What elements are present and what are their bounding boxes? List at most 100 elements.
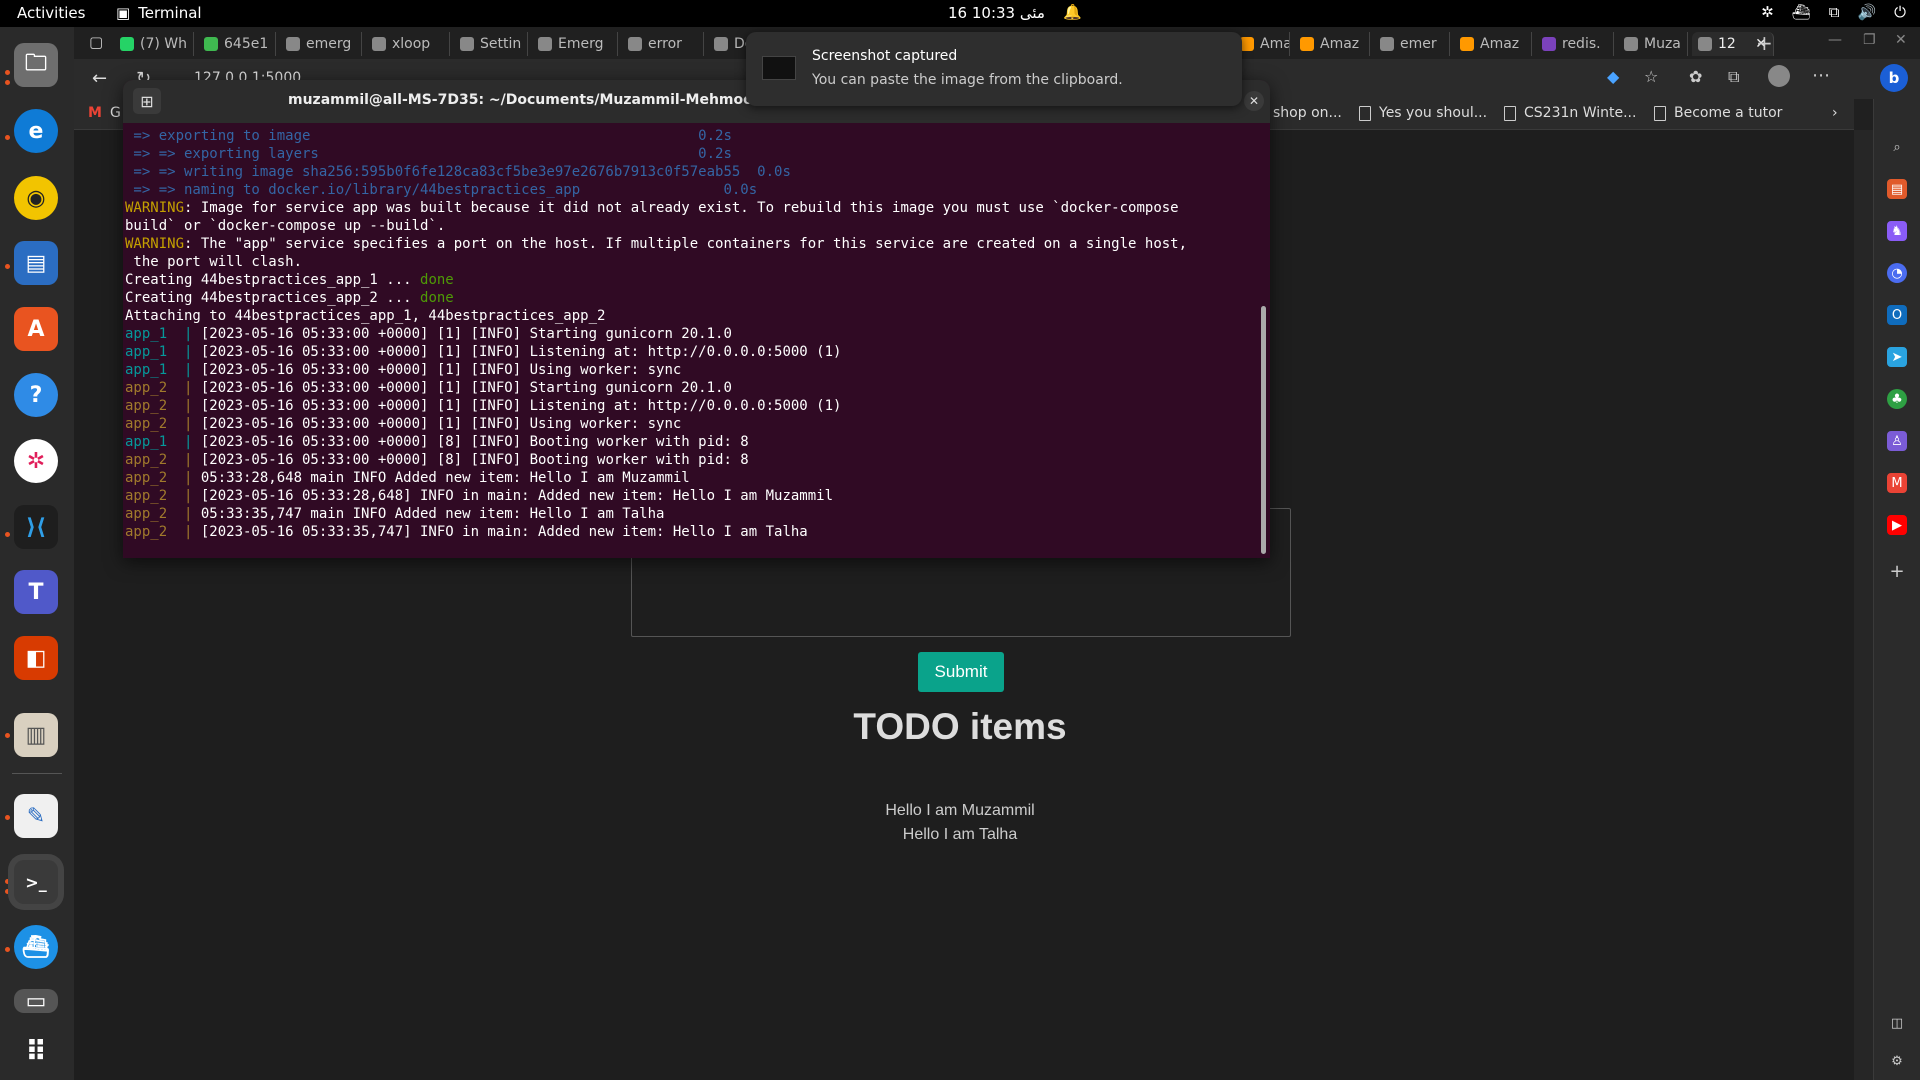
browser-tab[interactable]: Emerg xyxy=(532,32,618,56)
vscode-icon[interactable]: ⟩⟨ xyxy=(14,505,58,549)
tab-favicon-icon xyxy=(1300,37,1314,51)
running-indicator xyxy=(5,532,10,537)
tab-favicon-icon xyxy=(372,37,386,51)
tab-actions-icon[interactable]: ▢ xyxy=(89,33,103,51)
shopping-icon[interactable]: ▤ xyxy=(1887,179,1907,199)
office-icon[interactable]: ◧ xyxy=(14,636,58,680)
extensions-icon[interactable]: ✿ xyxy=(1689,67,1702,86)
tree-icon[interactable]: ♣ xyxy=(1887,389,1907,409)
clock[interactable]: 16 مئی 10:33 xyxy=(948,4,1045,22)
games-icon[interactable]: ♞ xyxy=(1887,221,1907,241)
docker-tray-icon[interactable]: ⛴ xyxy=(1792,3,1811,21)
settings-gear-icon[interactable]: ⚙ xyxy=(1887,1051,1907,1071)
drive-icon[interactable]: ▭ xyxy=(14,989,58,1014)
bookmark-item[interactable]: Yes you shoul... xyxy=(1359,105,1487,121)
bookmark-item[interactable]: Become a tutor xyxy=(1654,105,1782,121)
terminal-line: app_2 | 05:33:28,648 main INFO Added new… xyxy=(125,469,1257,487)
browser-tab[interactable]: error xyxy=(622,32,704,56)
browser-tab[interactable]: Amaz xyxy=(1294,32,1370,56)
browser-tab[interactable]: xloop xyxy=(366,32,450,56)
tab-label: Amaz xyxy=(1480,36,1520,52)
copilot-icon[interactable]: ◔ xyxy=(1887,263,1907,283)
terminal-line: app_1 | [2023-05-16 05:33:00 +0000] [1] … xyxy=(125,325,1257,343)
running-indicator xyxy=(5,889,10,894)
text-editor-icon[interactable]: ✎ xyxy=(14,794,58,838)
terminal-line: app_2 | [2023-05-16 05:33:00 +0000] [1] … xyxy=(125,415,1257,433)
new-tab-button[interactable]: + xyxy=(1756,31,1773,55)
gmail-icon: M xyxy=(88,105,102,121)
bing-copilot-icon[interactable]: b xyxy=(1880,64,1908,92)
new-terminal-tab-button[interactable]: ⊞ xyxy=(133,88,161,114)
page-scrollbar[interactable] xyxy=(1854,130,1874,1080)
browser-tab[interactable]: emerg xyxy=(280,32,362,56)
todo-heading: TODO items xyxy=(853,706,1067,747)
slack-tray-icon[interactable]: ✲ xyxy=(1761,3,1774,21)
network-icon[interactable]: ⧉ xyxy=(1829,3,1840,21)
power-icon[interactable]: ⏻ xyxy=(1894,3,1906,21)
submit-button[interactable]: Submit xyxy=(918,652,1004,692)
tab-favicon-icon xyxy=(538,37,552,51)
bookmark-item[interactable]: shop on... xyxy=(1273,105,1342,121)
tab-favicon-icon xyxy=(120,37,134,51)
terminal-text: app_1 | xyxy=(125,362,201,378)
terminal-output[interactable]: => exporting to image 0.2s => => exporti… xyxy=(125,127,1257,555)
bookmarks-overflow-chevron-icon[interactable]: › xyxy=(1832,105,1838,121)
add-sidebar-app-icon[interactable]: + xyxy=(1887,561,1907,582)
slack-icon[interactable]: ✲ xyxy=(14,439,58,483)
profile-avatar[interactable] xyxy=(1768,65,1790,87)
restore-button[interactable]: ❐ xyxy=(1863,32,1876,48)
terminal-text: [2023-05-16 05:33:00 +0000] [1] [INFO] S… xyxy=(200,380,732,396)
terminal-window[interactable]: ⊞ muzammil@all-MS-7D35: ~/Documents/Muza… xyxy=(123,80,1270,558)
meditation-icon[interactable]: ♙ xyxy=(1887,431,1907,451)
more-menu-icon[interactable]: ⋯ xyxy=(1812,65,1830,86)
browser-tab[interactable]: Amaz xyxy=(1454,32,1532,56)
browser-tab[interactable]: emer xyxy=(1374,32,1450,56)
back-button[interactable]: ← xyxy=(92,68,107,89)
help-icon[interactable]: ? xyxy=(14,373,58,417)
screenshot-notification[interactable]: Screenshot captured You can paste the im… xyxy=(746,32,1242,106)
bookmark-gmail[interactable]: MG xyxy=(88,105,121,121)
youtube-icon[interactable]: ▶ xyxy=(1887,515,1907,535)
volume-icon[interactable]: 🔊 xyxy=(1857,3,1876,21)
gmail-sidebar-icon[interactable]: M xyxy=(1887,473,1907,493)
browser-tab[interactable]: 645e1 xyxy=(198,32,276,56)
active-app-menu[interactable]: ▣ Terminal xyxy=(116,4,202,22)
terminal-text: app_2 | xyxy=(125,488,201,504)
search-icon[interactable]: ⌕ xyxy=(1887,137,1907,157)
terminal-text: app_2 | xyxy=(125,416,201,432)
outlook-icon[interactable]: O xyxy=(1887,305,1907,325)
browser-tab[interactable]: (7) Wh xyxy=(114,32,194,56)
teams-icon[interactable]: T xyxy=(14,570,58,614)
archive-manager-icon[interactable]: ▥ xyxy=(14,713,58,757)
rhythmbox-icon[interactable]: ◉ xyxy=(14,176,58,220)
collections-icon[interactable]: ⧉ xyxy=(1728,67,1739,87)
bookmark-item[interactable]: CS231n Winte... xyxy=(1504,105,1636,121)
browser-tab[interactable]: Muza xyxy=(1618,32,1688,56)
browser-tab[interactable]: Settin xyxy=(454,32,528,56)
favorites-star-icon[interactable]: ☆ xyxy=(1644,67,1658,86)
terminal-dock-icon[interactable]: >_ xyxy=(14,860,58,904)
terminal-text: [2023-05-16 05:33:00 +0000] [1] [INFO] S… xyxy=(200,326,732,342)
docker-icon[interactable]: ⛴ xyxy=(14,925,58,969)
activities-button[interactable]: Activities xyxy=(17,4,85,22)
tab-favicon-icon xyxy=(1542,37,1556,51)
coupon-icon[interactable]: ◆ xyxy=(1607,67,1619,86)
edge-browser-icon[interactable]: e xyxy=(14,109,58,153)
terminal-scrollbar[interactable] xyxy=(1261,306,1266,554)
system-tray[interactable]: ✲ ⛴ ⧉ 🔊 ⏻ xyxy=(1761,3,1906,21)
telegram-icon[interactable]: ➤ xyxy=(1887,347,1907,367)
close-window-button[interactable]: ✕ xyxy=(1895,32,1907,48)
terminal-line: WARNING: Image for service app was built… xyxy=(125,199,1257,217)
show-apps-icon[interactable]: ⠿ xyxy=(14,1029,58,1073)
terminal-line: => exporting to image 0.2s xyxy=(125,127,1257,145)
browser-tab[interactable]: redis. xyxy=(1536,32,1614,56)
minimize-button[interactable]: — xyxy=(1828,32,1842,48)
bell-icon[interactable]: 🔔 xyxy=(1063,3,1082,21)
terminal-close-button[interactable]: ✕ xyxy=(1244,91,1264,111)
files-icon[interactable]: 🗀 xyxy=(14,43,58,87)
tab-label: 12 xyxy=(1718,36,1736,52)
browser-tab[interactable]: Amaz xyxy=(1234,32,1290,56)
libreoffice-writer-icon[interactable]: ▤ xyxy=(14,241,58,285)
app-center-icon[interactable]: A xyxy=(14,307,58,351)
sidebar-toggle-icon[interactable]: ◫ xyxy=(1887,1013,1907,1033)
